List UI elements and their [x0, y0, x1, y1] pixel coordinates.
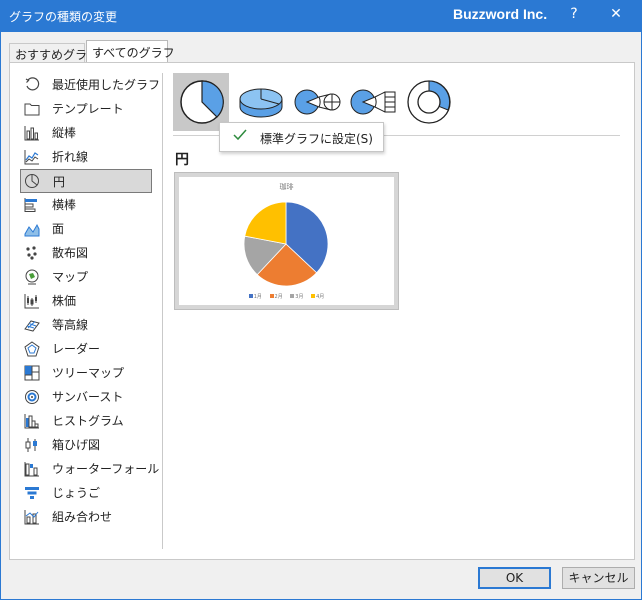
chart-type-dialog: グラフの種類の変更 Buzzword Inc. ? ✕ おすすめグラフ すべての… — [0, 0, 642, 600]
legend-swatch — [248, 294, 253, 298]
sidebar-item-label: 散布図 — [52, 246, 89, 260]
surface-chart-icon — [24, 320, 40, 332]
ok-button[interactable]: OK — [478, 567, 551, 589]
sidebar-item-label: 等高線 — [52, 318, 89, 332]
stock-chart-icon — [24, 294, 39, 309]
tab-recommended-charts[interactable]: おすすめグラフ — [9, 43, 99, 62]
sidebar-item-label: 箱ひげ図 — [52, 438, 101, 452]
sidebar-item-label: テンプレート — [52, 102, 124, 116]
sidebar-item-label: 最近使用したグラフ — [52, 78, 161, 92]
sidebar-item-label: ヒストグラム — [52, 414, 124, 428]
legend-label: 1月 — [253, 294, 262, 300]
waterfall-chart-icon — [24, 462, 39, 477]
sidebar-item-bar[interactable]: 横棒 — [20, 193, 152, 217]
bar-of-pie-subtype-icon — [350, 89, 396, 115]
tab-all-charts[interactable]: すべてのグラフ — [86, 40, 175, 63]
help-button[interactable]: ? — [563, 6, 585, 28]
sidebar-divider — [162, 73, 163, 549]
doughnut-subtype-icon — [407, 80, 451, 124]
folder-icon — [24, 103, 40, 116]
line-chart-icon — [24, 150, 39, 165]
sidebar-item-recent[interactable]: 最近使用したグラフ — [20, 73, 160, 97]
legend-item: 2月 — [269, 293, 283, 300]
pie-chart-icon — [25, 174, 39, 188]
column-chart-icon — [24, 126, 39, 141]
sidebar-item-treemap[interactable]: ツリーマップ — [20, 361, 152, 385]
sidebar-item-label: 面 — [52, 222, 65, 236]
sidebar-item-radar[interactable]: レーダー — [20, 337, 152, 361]
radar-chart-icon — [24, 341, 40, 357]
sidebar-item-label: 縦棒 — [52, 126, 77, 140]
sidebar-item-label: 組み合わせ — [52, 510, 113, 524]
close-button[interactable]: ✕ — [605, 6, 627, 28]
bar-chart-icon — [24, 198, 37, 212]
chart-type-heading: 円 — [175, 152, 189, 168]
legend-swatch — [290, 294, 295, 298]
combo-chart-icon — [24, 510, 39, 525]
pie-subtype-icon — [180, 80, 224, 124]
sidebar-item-scatter[interactable]: 散布図 — [20, 241, 152, 265]
histogram-chart-icon — [24, 414, 39, 429]
sidebar-item-label: ウォーターフォール — [52, 462, 160, 476]
sidebar-item-label: 株価 — [52, 294, 77, 308]
checkmark-icon — [233, 129, 247, 141]
legend-item: 4月 — [311, 293, 324, 300]
map-chart-icon — [25, 269, 39, 285]
recent-icon — [25, 77, 40, 91]
chart-preview[interactable]: 珈琲 1月 2月 3月 4月 — [174, 172, 399, 310]
sidebar-item-label: マップ — [52, 270, 89, 284]
sidebar-item-line[interactable]: 折れ線 — [20, 145, 152, 169]
pie-of-pie-subtype-icon — [294, 89, 341, 115]
funnel-chart-icon — [25, 487, 39, 499]
legend-item: 1月 — [248, 293, 262, 300]
legend-label: 4月 — [316, 294, 325, 300]
context-menu: 標準グラフに設定(S) — [219, 122, 384, 152]
sidebar-item-map[interactable]: マップ — [20, 265, 152, 289]
pie-chart — [243, 201, 329, 287]
boxwhisker-chart-icon — [25, 438, 37, 452]
sidebar-item-combo[interactable]: 組み合わせ — [20, 505, 152, 529]
sidebar-item-boxwhisker[interactable]: 箱ひげ図 — [20, 433, 152, 457]
sidebar-item-templates[interactable]: テンプレート — [20, 97, 152, 121]
sidebar-item-stock[interactable]: 株価 — [20, 289, 152, 313]
legend-swatch — [311, 294, 316, 298]
chart-category-list: 最近使用したグラフ テンプレート 縦棒 折れ線 円 横棒 面 散布図 マップ 株… — [20, 73, 160, 529]
pie-slice-4月 — [244, 201, 287, 245]
sidebar-item-sunburst[interactable]: サンバースト — [20, 385, 152, 409]
sidebar-item-histogram[interactable]: ヒストグラム — [20, 409, 152, 433]
preview-legend: 1月 2月 3月 4月 — [179, 293, 394, 300]
sidebar-item-label: ツリーマップ — [52, 366, 125, 380]
scatter-chart-icon — [26, 246, 37, 260]
legend-label: 2月 — [274, 294, 283, 300]
sidebar-item-label: レーダー — [52, 342, 101, 356]
sunburst-chart-icon — [25, 390, 39, 404]
brand-label: Buzzword Inc. — [453, 6, 548, 22]
legend-label: 3月 — [295, 294, 304, 300]
sidebar-item-label: 円 — [53, 175, 66, 189]
sidebar-item-area[interactable]: 面 — [20, 217, 152, 241]
sidebar-item-funnel[interactable]: じょうご — [20, 481, 152, 505]
treemap-chart-icon — [24, 365, 40, 381]
sidebar-item-waterfall[interactable]: ウォーターフォール — [20, 457, 159, 481]
legend-swatch — [269, 294, 274, 298]
sidebar-item-label: 折れ線 — [52, 150, 89, 164]
sidebar-item-label: じょうご — [52, 486, 101, 500]
area-chart-icon — [24, 223, 40, 237]
sidebar-item-label: サンバースト — [52, 390, 124, 404]
sidebar-item-column[interactable]: 縦棒 — [20, 121, 152, 145]
sidebar-item-surface[interactable]: 等高線 — [20, 313, 152, 337]
pie-3d-subtype-icon — [239, 88, 283, 118]
preview-area: 珈琲 1月 2月 3月 4月 — [179, 177, 394, 305]
cancel-button[interactable]: キャンセル — [562, 567, 635, 589]
all-charts-panel: 最近使用したグラフ テンプレート 縦棒 折れ線 円 横棒 面 散布図 マップ 株… — [9, 62, 635, 560]
sidebar-item-label: 横棒 — [52, 198, 77, 212]
legend-item: 3月 — [290, 293, 303, 300]
title-bar: グラフの種類の変更 Buzzword Inc. ? ✕ — [1, 1, 641, 32]
sidebar-item-pie[interactable]: 円 — [20, 169, 152, 193]
dialog-title: グラフの種類の変更 — [9, 10, 118, 24]
set-as-default-chart-menu-item[interactable]: 標準グラフに設定(S) — [260, 130, 373, 147]
subtype-doughnut[interactable] — [399, 73, 455, 131]
